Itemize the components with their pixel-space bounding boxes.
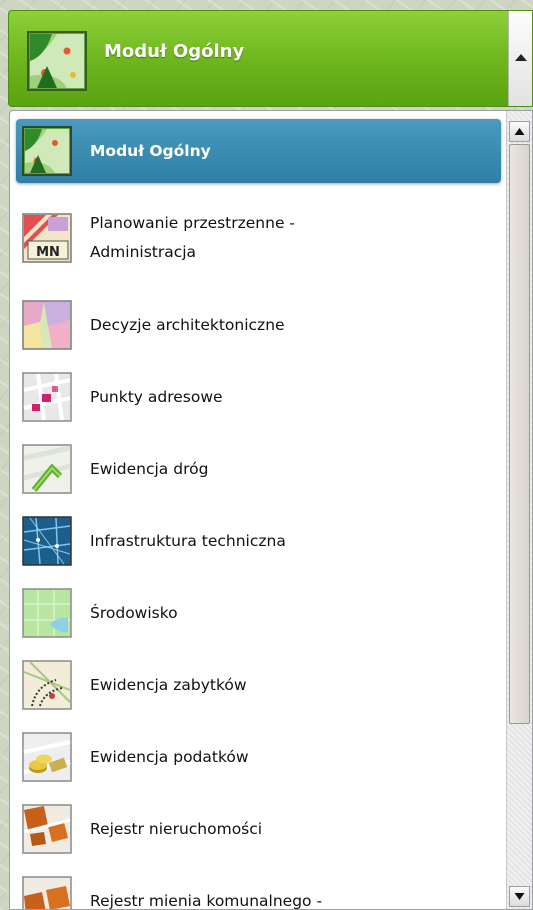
real-estate-registry-icon bbox=[22, 804, 72, 854]
list-item-label: Rejestr nieruchomości bbox=[90, 819, 263, 838]
list-item-rejestr-nieruchomosci[interactable]: Rejestr nieruchomości bbox=[16, 797, 501, 861]
list-item-label: Ewidencja dróg bbox=[90, 459, 209, 478]
list-item-modul-ogolny[interactable]: Moduł Ogólny bbox=[16, 119, 501, 183]
chevron-up-icon bbox=[515, 54, 527, 61]
list-item-planowanie-przestrzenne[interactable]: MN Planowanie przestrzenne - Administrac… bbox=[16, 199, 501, 277]
list-item-ewidencja-drog[interactable]: Ewidencja dróg bbox=[16, 437, 501, 501]
list-item-decyzje-architektoniczne[interactable]: Decyzje architektoniczne bbox=[16, 293, 501, 357]
list-item-punkty-adresowe[interactable]: Punkty adresowe bbox=[16, 365, 501, 429]
monuments-registry-icon bbox=[22, 660, 72, 710]
spatial-planning-mn-icon: MN bbox=[22, 213, 72, 263]
list-item-infrastruktura-techniczna[interactable]: Infrastruktura techniczna bbox=[16, 509, 501, 573]
selected-module-title: Moduł Ogólny bbox=[104, 41, 245, 62]
list-item-label: Infrastruktura techniczna bbox=[90, 531, 286, 550]
list-item-label: Moduł Ogólny bbox=[90, 141, 211, 160]
technical-infrastructure-icon bbox=[22, 516, 72, 566]
module-select[interactable]: Moduł Ogólny bbox=[8, 10, 533, 107]
module-dropdown-list: Moduł Ogólny MN Planowanie przestrzenne … bbox=[9, 110, 533, 910]
list-item-label: Ewidencja podatków bbox=[90, 747, 249, 766]
tax-registry-coins-icon bbox=[22, 732, 72, 782]
svg-text:MN: MN bbox=[36, 245, 60, 260]
list-item-ewidencja-zabytkow[interactable]: Ewidencja zabytków bbox=[16, 653, 501, 717]
list-item-label: Rejestr mienia komunalnego - bbox=[90, 891, 323, 910]
scrollbar-thumb[interactable] bbox=[509, 144, 530, 724]
list-item-label: Punkty adresowe bbox=[90, 387, 223, 406]
list-item-label: Ewidencja zabytków bbox=[90, 675, 247, 694]
municipal-property-icon bbox=[22, 876, 72, 909]
environment-icon bbox=[22, 588, 72, 638]
address-points-icon bbox=[22, 372, 72, 422]
scroll-down-button[interactable] bbox=[509, 886, 530, 907]
list-item-label: Decyzje architektoniczne bbox=[90, 315, 285, 334]
list-item-rejestr-mienia-komunalnego[interactable]: Rejestr mienia komunalnego - bbox=[16, 869, 501, 910]
dropdown-toggle-button[interactable] bbox=[508, 11, 532, 106]
list-item-label: Środowisko bbox=[90, 603, 178, 622]
road-registry-icon bbox=[22, 444, 72, 494]
triangle-up-icon bbox=[514, 128, 525, 135]
general-module-map-icon bbox=[27, 31, 87, 91]
list-item-label: Planowanie przestrzenne - Administracja bbox=[90, 214, 296, 261]
list-item-srodowisko[interactable]: Środowisko bbox=[16, 581, 501, 645]
architectural-decisions-icon bbox=[22, 300, 72, 350]
general-module-map-icon bbox=[22, 126, 72, 176]
triangle-down-icon bbox=[514, 893, 525, 900]
list-item-ewidencja-podatkow[interactable]: Ewidencja podatków bbox=[16, 725, 501, 789]
dropdown-scrollbar[interactable] bbox=[506, 111, 532, 909]
scroll-up-button[interactable] bbox=[509, 121, 530, 142]
